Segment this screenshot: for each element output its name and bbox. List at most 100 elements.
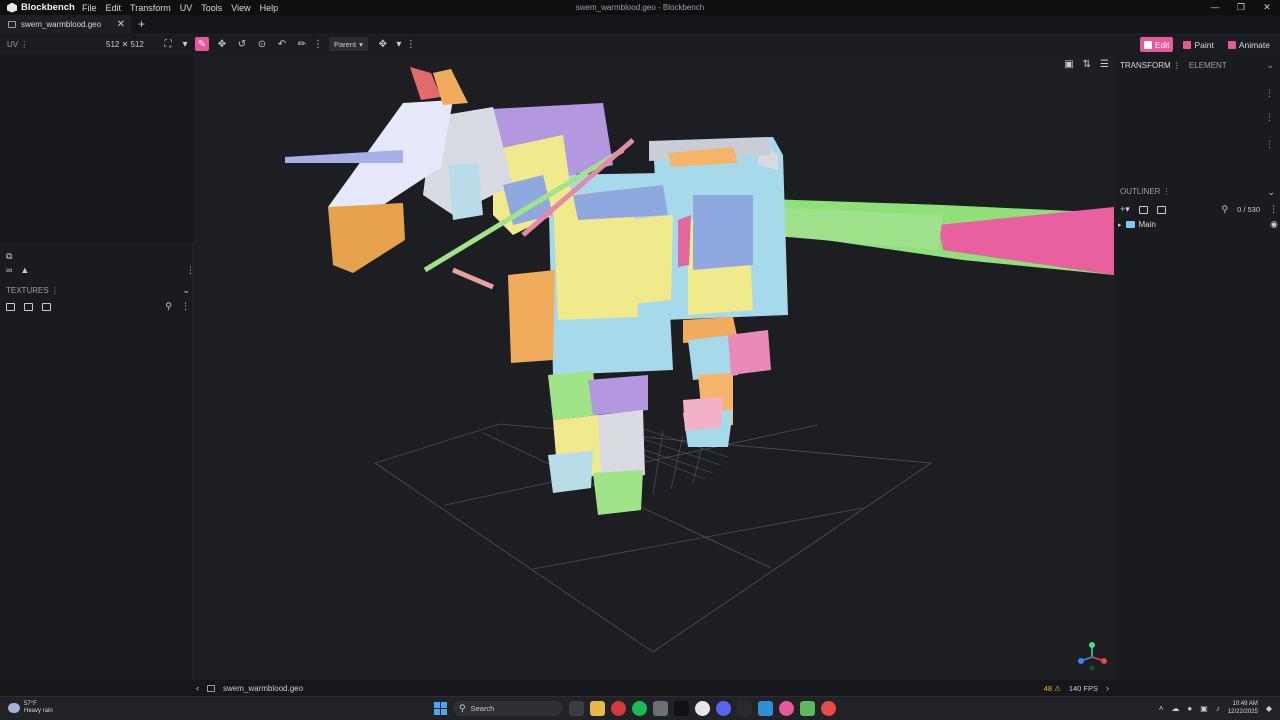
minecraft-icon[interactable] bbox=[800, 701, 815, 716]
windows-start-icon[interactable] bbox=[434, 702, 447, 715]
warning-count-value: 48 bbox=[1043, 683, 1052, 693]
chevron-right-icon[interactable]: ▸ bbox=[1118, 221, 1122, 229]
menu-icon[interactable]: ☰ bbox=[1100, 59, 1109, 70]
chevron-up-icon[interactable]: ˄ bbox=[1159, 704, 1164, 713]
close-tab-icon[interactable]: ✕ bbox=[117, 19, 125, 30]
pivot-tool-icon[interactable]: ↶ bbox=[275, 37, 289, 51]
more-icon[interactable]: ⋮ bbox=[181, 301, 190, 312]
capcut-icon[interactable] bbox=[674, 701, 689, 716]
menu-uv[interactable]: UV bbox=[180, 3, 193, 13]
import-texture-icon[interactable] bbox=[6, 302, 15, 311]
create-texture-icon[interactable] bbox=[24, 302, 33, 311]
taskbar-search[interactable]: ⚲ Search bbox=[453, 701, 563, 716]
move-tool-icon[interactable]: ✥ bbox=[215, 37, 229, 51]
paint-icon[interactable] bbox=[653, 701, 668, 716]
menu-file[interactable]: File bbox=[82, 3, 97, 13]
discord-icon[interactable] bbox=[716, 701, 731, 716]
chevron-down-icon[interactable]: ⌄ bbox=[182, 285, 190, 296]
notification-bell-icon[interactable]: ◆ bbox=[1266, 704, 1272, 713]
menu-edit[interactable]: Edit bbox=[106, 3, 122, 13]
outliner-group-main[interactable]: ▸ Main ◉ bbox=[1118, 219, 1278, 230]
link-icon[interactable]: ∞ bbox=[6, 265, 12, 275]
tab-transform[interactable]: TRANSFORM ⋮ bbox=[1120, 61, 1181, 70]
3d-viewport[interactable]: ▣ ⇅ ☰ bbox=[193, 55, 1115, 680]
visibility-eye-icon[interactable]: ◉ bbox=[1270, 219, 1278, 230]
textures-panel-header[interactable]: TEXTURES ⋮ ⌄ bbox=[6, 285, 190, 296]
texture-folder-icon[interactable] bbox=[42, 302, 51, 311]
blockbench-logo-icon bbox=[7, 2, 17, 13]
tab-swem-warmblood[interactable]: swem_warmblood.geo ✕ bbox=[0, 15, 131, 33]
add-group-icon[interactable] bbox=[1138, 205, 1148, 214]
task-view-icon[interactable] bbox=[569, 701, 584, 716]
microphone-icon[interactable]: ● bbox=[1187, 704, 1192, 713]
file-explorer-icon[interactable] bbox=[590, 701, 605, 716]
outliner-count: 0 / 530 bbox=[1237, 205, 1260, 214]
more-icon[interactable]: ⋮ bbox=[406, 37, 416, 51]
blockbench-taskbar-icon[interactable] bbox=[758, 701, 773, 716]
recorder-icon[interactable] bbox=[821, 701, 836, 716]
rotate-tool-icon[interactable]: ⊙ bbox=[255, 37, 269, 51]
chevron-down-icon[interactable]: ▾ bbox=[181, 37, 189, 51]
menu-view[interactable]: View bbox=[231, 3, 250, 13]
textures-toolbar: ⚲ ⋮ bbox=[6, 301, 190, 312]
pen-tool-icon[interactable]: ✏ bbox=[295, 37, 309, 51]
more-icon[interactable]: ⋮ bbox=[313, 37, 323, 51]
more-icon[interactable]: ⋮ bbox=[1265, 88, 1274, 99]
weather-widget[interactable]: 57°F Heavy rain bbox=[8, 701, 53, 715]
menu-tools[interactable]: Tools bbox=[201, 3, 222, 13]
chrome-icon[interactable] bbox=[695, 701, 710, 716]
notion-icon[interactable] bbox=[737, 701, 752, 716]
chevron-down-icon[interactable]: ⌄ bbox=[1266, 60, 1274, 71]
search-icon[interactable]: ⚲ bbox=[1221, 204, 1228, 215]
search-icon: ⚲ bbox=[459, 703, 466, 713]
search-placeholder: Search bbox=[470, 704, 495, 713]
search-icon[interactable]: ⚲ bbox=[165, 301, 172, 312]
mode-edit[interactable]: Edit bbox=[1139, 37, 1174, 52]
resize-tool-icon[interactable]: ↺ bbox=[235, 37, 249, 51]
more-icon[interactable]: ⋮ bbox=[1265, 112, 1274, 123]
axis-gizmo-icon[interactable] bbox=[1077, 642, 1107, 672]
more-icon[interactable]: ⋮ bbox=[1265, 139, 1274, 150]
clock[interactable]: 10:49 AM 12/22/2025 bbox=[1228, 700, 1258, 716]
rein-pink bbox=[452, 267, 494, 290]
network-icon[interactable]: ▣ bbox=[1200, 704, 1208, 713]
minimize-icon[interactable]: — bbox=[1210, 2, 1220, 13]
cloud-icon[interactable]: ☁ bbox=[1171, 704, 1179, 713]
camera-preset-icon[interactable]: ▣ bbox=[1064, 59, 1073, 70]
warning-count[interactable]: 48 ⚠ bbox=[1044, 684, 1061, 693]
close-window-icon[interactable]: ✕ bbox=[1262, 2, 1272, 13]
clock-time: 10:49 AM bbox=[1232, 701, 1258, 707]
ear-right bbox=[433, 69, 468, 105]
chevron-left-icon[interactable]: ‹ bbox=[196, 683, 199, 693]
mode-paint[interactable]: Paint bbox=[1179, 37, 1217, 52]
more-icon[interactable]: ⋮ bbox=[1269, 204, 1278, 215]
collapse-all-icon[interactable] bbox=[1156, 205, 1166, 214]
maximize-icon[interactable]: ❐ bbox=[1236, 2, 1246, 13]
menu-transform[interactable]: Transform bbox=[130, 3, 171, 13]
transform-space-icon[interactable]: ✥ bbox=[376, 37, 390, 51]
uv-editor-canvas[interactable] bbox=[0, 55, 193, 243]
chevron-down-icon[interactable]: ⌄ bbox=[1267, 187, 1275, 198]
opera-icon[interactable] bbox=[611, 701, 626, 716]
chevron-down-icon[interactable]: ▾ bbox=[396, 37, 402, 51]
new-tab-icon[interactable]: + bbox=[138, 17, 145, 31]
pivot-mode-select[interactable]: Parent ▾ bbox=[329, 37, 368, 51]
vertex-snap-tool-icon[interactable]: ✎ bbox=[195, 37, 209, 51]
viewport-tools: ▣ ⇅ ☰ bbox=[1064, 59, 1109, 70]
tab-element[interactable]: ELEMENT bbox=[1189, 61, 1227, 70]
sort-icon[interactable]: ⇅ bbox=[1083, 59, 1091, 70]
volume-icon[interactable]: ♪ bbox=[1216, 704, 1220, 713]
horse-model-scene[interactable] bbox=[193, 55, 1115, 680]
model-file-icon bbox=[207, 684, 215, 692]
mode-animate[interactable]: Animate bbox=[1224, 37, 1274, 52]
chevron-right-icon[interactable]: › bbox=[1106, 683, 1109, 693]
warning-triangle-icon[interactable]: ▲ bbox=[20, 265, 29, 275]
pink-app-icon[interactable] bbox=[779, 701, 794, 716]
menu-help[interactable]: Help bbox=[260, 3, 279, 13]
fullscreen-icon[interactable]: ⛶ bbox=[161, 37, 175, 51]
copy-icon[interactable]: ⧉ bbox=[6, 251, 12, 262]
spotify-icon[interactable] bbox=[632, 701, 647, 716]
add-icon[interactable]: +▾ bbox=[1120, 204, 1130, 215]
outliner-header[interactable]: OUTLINER ⋮ ⌄ bbox=[1120, 187, 1275, 198]
barrel-panel bbox=[623, 215, 673, 305]
